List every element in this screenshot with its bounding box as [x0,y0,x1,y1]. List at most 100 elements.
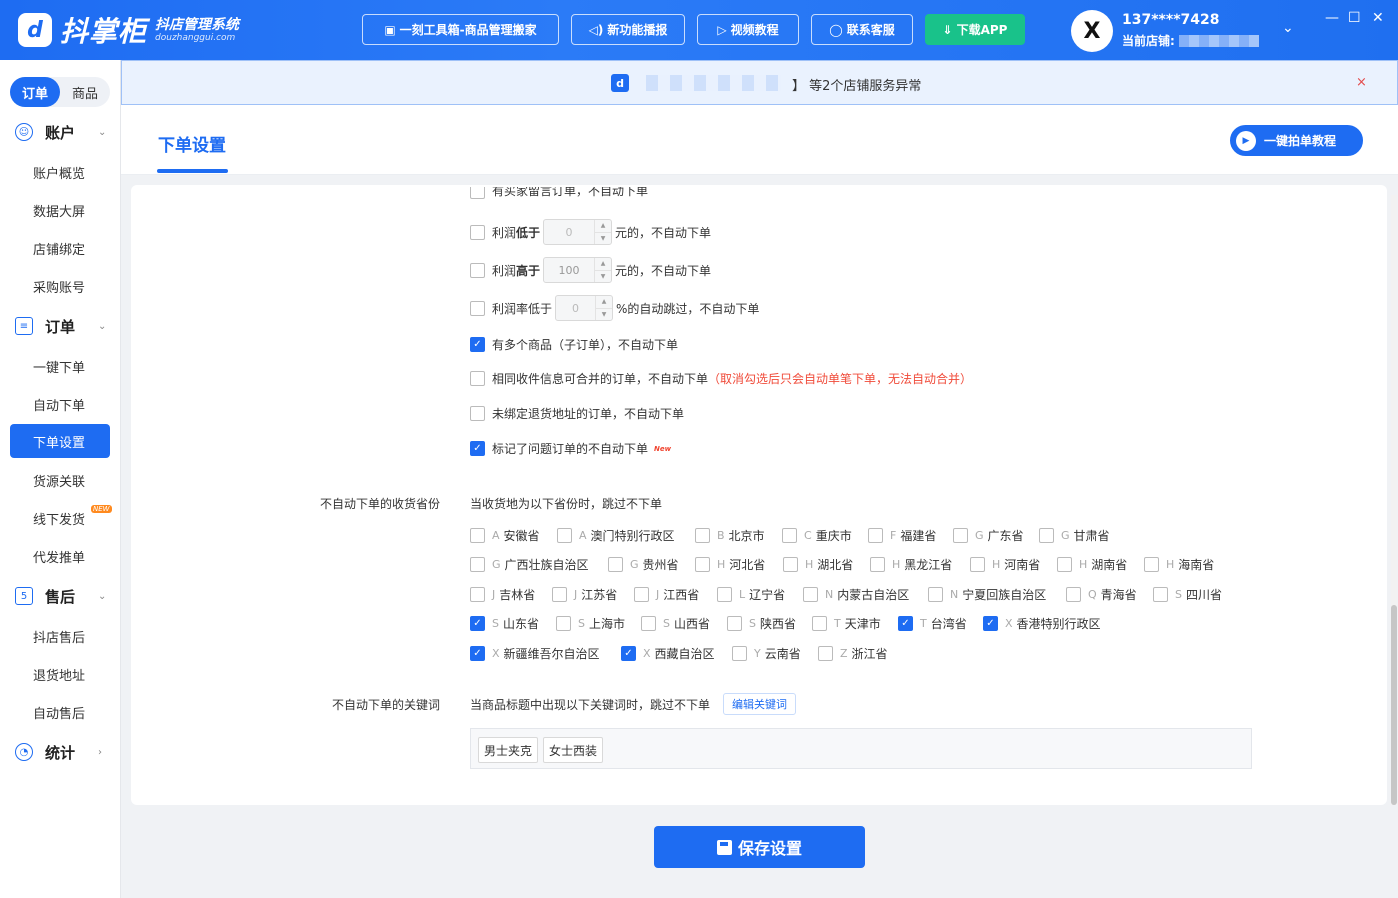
video-tutorial-button[interactable]: ▷ 视频教程 [697,14,799,45]
checkbox[interactable] [608,557,623,572]
sidebar-item-dropship-push[interactable]: 代发推单 [10,539,110,573]
sidebar-item-data-screen[interactable]: 数据大屏 [10,193,110,227]
stepper-up-icon[interactable]: ▲ [595,220,611,232]
province-option[interactable]: Y 云南省 [732,645,801,662]
province-option[interactable]: G 广东省 [953,527,1024,544]
province-option[interactable]: S 山西省 [641,615,710,632]
sidebar-item-douyin-aftersale[interactable]: 抖店售后 [10,619,110,653]
checkbox[interactable] [818,646,833,661]
sidebar-group-stats[interactable]: ◔ 统计 › [0,734,121,770]
province-option[interactable]: Z 浙江省 [818,645,888,662]
setting-row-problem-orders[interactable]: ✓ 标记了问题订单的不自动下单 New [470,440,671,457]
checkbox[interactable] [634,587,649,602]
close-window-icon[interactable]: ✕ [1372,10,1384,26]
scrollbar[interactable] [1391,195,1397,805]
province-option[interactable]: ✓ X 西藏自治区 [621,645,715,662]
account-dropdown-icon[interactable]: ⌄ [1282,20,1294,36]
checkbox[interactable] [552,587,567,602]
sidebar-item-source-link[interactable]: 货源关联 [10,463,110,497]
tab-products[interactable]: 商品 [60,77,110,107]
checkbox[interactable] [1039,528,1054,543]
download-app-button[interactable]: ⇓ 下载APP [925,14,1025,45]
province-option[interactable]: H 黑龙江省 [870,556,952,573]
province-option[interactable]: H 河北省 [695,556,765,573]
sidebar-item-auto-order[interactable]: 自动下单 [10,387,110,421]
tab-orders[interactable]: 订单 [10,77,60,107]
province-option[interactable]: N 宁夏回族自治区 [928,586,1046,603]
sidebar-item-offline-shipping[interactable]: 线下发货 NEW [10,501,112,535]
checkbox[interactable] [970,557,985,572]
sidebar-group-aftersale[interactable]: 5 售后 ⌄ [0,578,121,614]
maximize-icon[interactable]: ☐ [1348,10,1361,26]
checkbox-checked[interactable]: ✓ [470,616,485,631]
checkbox[interactable] [695,528,710,543]
checkbox[interactable] [1153,587,1168,602]
sidebar-group-orders[interactable]: ≡ 订单 ⌄ [0,308,121,344]
close-icon[interactable]: × [1356,75,1367,90]
checkbox[interactable] [557,528,572,543]
province-option[interactable]: ✓ T 台湾省 [898,615,967,632]
sidebar-group-account[interactable]: ☺ 账户 ⌄ [0,114,121,150]
sidebar-item-account-overview[interactable]: 账户概览 [10,155,110,189]
new-features-button[interactable]: ◁) 新功能播报 [571,14,685,45]
save-settings-button[interactable]: 保存设置 [654,826,865,868]
checkbox[interactable] [870,557,885,572]
setting-row-buyer-message[interactable]: 有买家留言订单，不自动下单 [470,187,648,199]
province-option[interactable]: H 海南省 [1144,556,1214,573]
checkbox[interactable] [470,187,485,199]
province-option[interactable]: T 天津市 [812,615,881,632]
province-option[interactable]: Q 青海省 [1066,586,1137,603]
checkbox[interactable] [470,262,485,278]
province-option[interactable]: H 湖南省 [1057,556,1127,573]
province-option[interactable]: A 安徽省 [470,527,540,544]
checkbox[interactable] [717,587,732,602]
contact-support-button[interactable]: ◯ 联系客服 [811,14,913,45]
province-option[interactable]: B 北京市 [695,527,765,544]
province-option[interactable]: J 江苏省 [552,586,617,603]
checkbox[interactable] [695,557,710,572]
checkbox[interactable] [953,528,968,543]
stepper-up-icon[interactable]: ▲ [596,296,612,308]
checkbox-checked[interactable]: ✓ [470,441,485,456]
province-option[interactable]: G 贵州省 [608,556,679,573]
province-option[interactable]: G 甘肃省 [1039,527,1110,544]
avatar[interactable]: X [1071,10,1113,52]
checkbox[interactable] [470,371,485,386]
province-option[interactable]: ✓ X 香港特别行政区 [983,615,1101,632]
setting-row-no-return-address[interactable]: 未绑定退货地址的订单，不自动下单 [470,405,684,422]
checkbox[interactable] [732,646,747,661]
province-option[interactable]: C 重庆市 [782,527,852,544]
checkbox[interactable] [803,587,818,602]
checkbox-checked[interactable]: ✓ [983,616,998,631]
checkbox[interactable] [470,224,485,240]
checkbox[interactable] [782,528,797,543]
checkbox-checked[interactable]: ✓ [621,646,636,661]
setting-row-profit-rate[interactable]: 利润率低于 0 ▲ ▼ %的自动跳过，不自动下单 [470,295,759,321]
province-option[interactable]: ✓ S 山东省 [470,615,539,632]
province-option[interactable]: H 河南省 [970,556,1040,573]
keyword-tag[interactable]: 男士夹克 [478,737,539,763]
province-option[interactable]: N 内蒙古自治区 [803,586,909,603]
checkbox[interactable] [868,528,883,543]
stepper-down-icon[interactable]: ▼ [596,307,613,321]
checkbox[interactable] [470,587,485,602]
profit-low-stepper[interactable]: 0 ▲ ▼ [543,219,613,245]
checkbox[interactable] [727,616,742,631]
toolbox-button[interactable]: ▣ 一刻工具箱-商品管理搬家 [362,14,559,45]
scrollbar-thumb[interactable] [1391,605,1397,805]
province-option[interactable]: S 陕西省 [727,615,796,632]
province-option[interactable]: H 湖北省 [783,556,853,573]
checkbox[interactable] [1066,587,1081,602]
checkbox-checked[interactable]: ✓ [898,616,913,631]
keyword-tag[interactable]: 女士西装 [543,737,604,763]
setting-row-profit-low[interactable]: 利润 低于 0 ▲ ▼ 元的，不自动下单 [470,219,711,245]
checkbox[interactable] [470,406,485,421]
setting-row-multi-items[interactable]: ✓ 有多个商品（子订单），不自动下单 [470,336,678,353]
profit-rate-stepper[interactable]: 0 ▲ ▼ [555,295,614,321]
checkbox-checked[interactable]: ✓ [470,337,485,352]
sidebar-item-shop-binding[interactable]: 店铺绑定 [10,231,110,265]
sidebar-item-return-address[interactable]: 退货地址 [10,657,110,691]
setting-row-merge[interactable]: 相同收件信息可合并的订单，不自动下单 （取消勾选后只会自动单笔下单，无法自动合并） [470,370,972,387]
stepper-down-icon[interactable]: ▼ [595,231,612,245]
checkbox[interactable] [928,587,943,602]
